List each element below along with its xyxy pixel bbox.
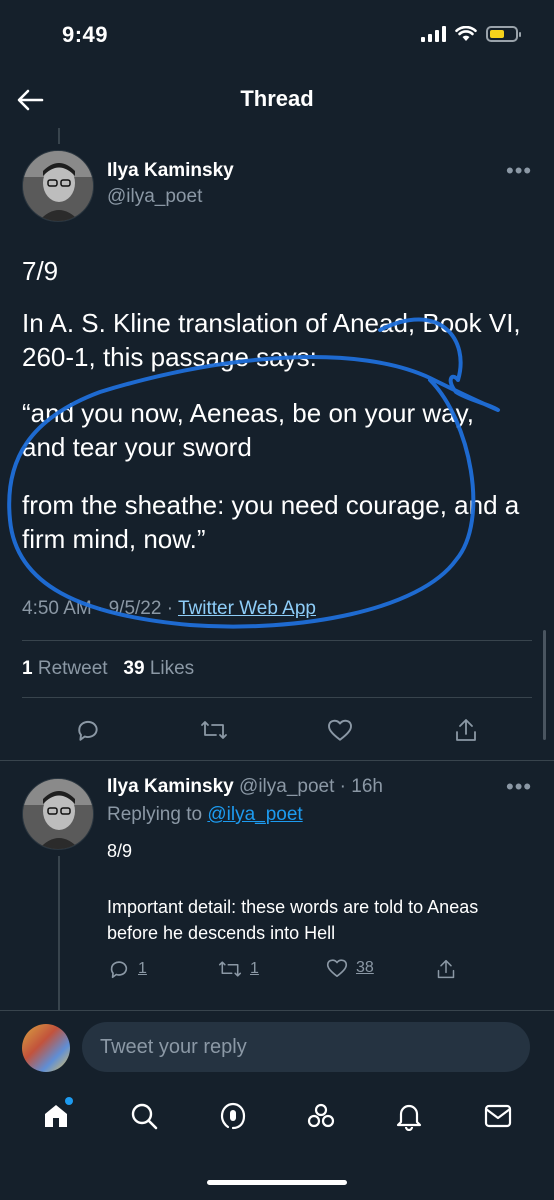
- nav-messages[interactable]: [468, 1088, 528, 1144]
- author-name[interactable]: Ilya Kaminsky: [107, 160, 234, 182]
- status-icons: [421, 26, 521, 42]
- share-button[interactable]: [436, 958, 456, 980]
- reply-button[interactable]: [66, 708, 110, 752]
- divider: [22, 640, 532, 641]
- nav-notifications[interactable]: [379, 1088, 439, 1144]
- page-title: Thread: [240, 86, 314, 111]
- tweet-paragraph: In A. S. Kline translation of Anead, Boo…: [22, 308, 521, 372]
- tweet-stats: 1 Retweet 39 Likes: [22, 658, 194, 680]
- reply-count: 1: [138, 960, 147, 977]
- battery-icon: [486, 26, 521, 42]
- reply-icon: [78, 720, 98, 741]
- retweet-button[interactable]: [192, 708, 236, 752]
- notifications-icon: [397, 1104, 422, 1131]
- tweet-source-link[interactable]: Twitter Web App: [178, 598, 316, 619]
- retweet-count: 1: [250, 960, 259, 977]
- author-handle[interactable]: @ilya_poet: [239, 776, 334, 797]
- replying-to: Replying to @ilya_poet: [107, 804, 303, 825]
- divider: [22, 697, 532, 698]
- nav-home[interactable]: [26, 1088, 86, 1144]
- home-indicator[interactable]: [207, 1180, 347, 1185]
- bottom-nav: [0, 1088, 554, 1144]
- share-icon: [456, 719, 476, 741]
- tweet-age: 16h: [351, 776, 383, 797]
- mention-link[interactable]: @ilya_poet: [207, 804, 302, 825]
- retweet-icon: [201, 721, 227, 739]
- more-button[interactable]: •••: [506, 774, 532, 800]
- spaces-icon: [220, 1102, 245, 1130]
- messages-icon: [484, 1104, 511, 1128]
- wifi-icon: [455, 26, 477, 41]
- unread-dot: [65, 1097, 74, 1105]
- cellular-signal-icon: [421, 26, 446, 42]
- author-name[interactable]: Ilya Kaminsky: [107, 776, 234, 797]
- thread-connector: [58, 128, 60, 144]
- scroll-indicator[interactable]: [543, 630, 546, 740]
- more-icon: •••: [506, 774, 533, 799]
- reply-input[interactable]: Tweet your reply: [82, 1022, 530, 1072]
- like-button[interactable]: [318, 708, 362, 752]
- like-count: 38: [356, 959, 374, 976]
- tweet-meta: 4:50 AM · 9/5/22 · Twitter Web App: [22, 598, 316, 619]
- like-icon: [326, 959, 348, 977]
- thread-connector: [58, 856, 60, 1010]
- like-icon: [327, 719, 353, 741]
- nav-communities[interactable]: [291, 1088, 351, 1144]
- share-button[interactable]: [444, 708, 488, 752]
- avatar[interactable]: [22, 150, 94, 222]
- retweet-stat[interactable]: 1 Retweet: [22, 658, 108, 679]
- tweet-number: 7/9: [22, 256, 59, 286]
- search-icon: [132, 1103, 158, 1130]
- author-handle[interactable]: @ilya_poet: [107, 186, 202, 208]
- status-time: 9:49: [62, 22, 109, 47]
- share-icon: [437, 959, 455, 979]
- more-button[interactable]: •••: [506, 158, 532, 184]
- divider: [0, 760, 554, 761]
- reply-number: 8/9: [107, 841, 133, 861]
- tweet-quote-line: from the sheathe: you need courage, and …: [22, 490, 520, 554]
- reply-button[interactable]: 1: [108, 958, 147, 980]
- home-icon: [45, 1105, 68, 1127]
- communities-icon: [308, 1103, 335, 1128]
- retweet-icon: [218, 961, 242, 977]
- retweet-button[interactable]: 1: [218, 958, 259, 980]
- tweet-date: 9/5/22: [108, 598, 162, 619]
- reply-text: Important detail: these words are told t…: [107, 897, 479, 943]
- nav-search[interactable]: [114, 1088, 174, 1144]
- my-avatar[interactable]: [22, 1024, 70, 1072]
- likes-stat[interactable]: 39 Likes: [123, 658, 194, 679]
- tweet-quote-line: “and you now, Aeneas, be on your way, an…: [22, 398, 474, 462]
- more-icon: •••: [506, 158, 533, 183]
- like-button[interactable]: 38: [326, 958, 374, 978]
- nav-spaces[interactable]: [203, 1088, 263, 1144]
- avatar[interactable]: [22, 778, 94, 850]
- divider: [0, 1010, 554, 1011]
- tweet-time: 4:50 AM: [22, 598, 92, 619]
- reply-header: Ilya Kaminsky @ilya_poet · 16h: [107, 776, 383, 797]
- reply-icon: [110, 961, 128, 979]
